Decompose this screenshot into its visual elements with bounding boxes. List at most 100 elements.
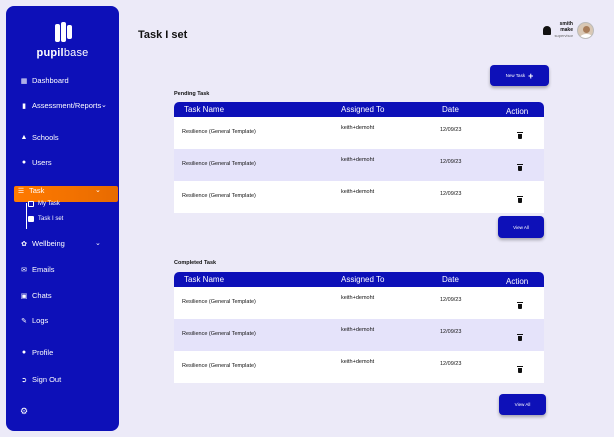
column-header-date: Date <box>442 275 459 284</box>
sidebar-item-dashboard[interactable]: ▦ Dashboard <box>20 76 69 85</box>
assigned-to: keith+demoht <box>341 157 375 163</box>
list-icon: ☰ <box>17 187 25 195</box>
task-name: Resilience (General Template) <box>182 161 256 167</box>
assigned-to: keith+demoht <box>341 295 375 301</box>
sidebar-subitem-label: Task I set <box>38 216 64 222</box>
table-row: Resilience (General Template) keith+demo… <box>174 117 544 149</box>
delete-trash-icon[interactable] <box>517 196 523 203</box>
delete-trash-icon[interactable] <box>517 132 523 139</box>
view-all-completed-button[interactable]: View All <box>499 394 546 415</box>
sidebar-subitem-my-task[interactable]: My Task <box>28 201 60 207</box>
table-row: Resilience (General Template) keith+demo… <box>174 319 544 351</box>
task-name: Resilience (General Template) <box>182 299 256 305</box>
task-name: Resilience (General Template) <box>182 331 256 337</box>
page-title: Task I set <box>138 29 188 41</box>
chevron-down-icon[interactable]: ⌄ <box>95 239 101 247</box>
chevron-down-icon[interactable]: ⌄ <box>95 186 101 194</box>
table-row: Resilience (General Template) keith+demo… <box>174 181 544 213</box>
logo-text: pupilbase <box>36 47 89 59</box>
avatar[interactable] <box>577 22 594 39</box>
sidebar-item-users[interactable]: ● Users <box>20 158 52 167</box>
logo[interactable]: pupilbase <box>6 22 119 59</box>
new-task-label: New Task <box>505 73 526 78</box>
sidebar-item-profile[interactable]: ● Profile <box>20 348 53 357</box>
sidebar-item-label: Sign Out <box>32 375 62 384</box>
user-role: supervisor <box>554 33 573 39</box>
task-icon <box>28 201 34 207</box>
task-name: Resilience (General Template) <box>182 193 256 199</box>
sidebar-subitem-label: My Task <box>38 201 60 207</box>
task-date: 12/09/23 <box>440 297 462 303</box>
task-date: 12/09/23 <box>440 361 462 367</box>
sidebar-item-chats[interactable]: ▣ Chats <box>20 291 52 300</box>
task-date: 12/09/23 <box>440 191 462 197</box>
profile-icon: ● <box>21 349 27 356</box>
new-task-button[interactable]: New Task + <box>490 65 549 86</box>
table-row: Resilience (General Template) keith+demo… <box>174 287 544 319</box>
delete-trash-icon[interactable] <box>517 366 523 373</box>
sidebar-item-logs[interactable]: ✎ Logs <box>20 316 48 325</box>
sign-out-icon: ➲ <box>21 376 27 384</box>
task-date: 12/09/23 <box>440 159 462 165</box>
view-all-label: View All <box>514 402 531 407</box>
column-header-task-name: Task Name <box>184 105 225 114</box>
assigned-to: keith+demoht <box>341 359 375 365</box>
table-header: Task Name Assigned To Date Action <box>174 272 544 287</box>
user-menu[interactable]: smith make supervisor <box>542 22 594 39</box>
bell-icon[interactable] <box>542 26 551 35</box>
sidebar-item-label: Chats <box>32 291 52 300</box>
sidebar-item-label: Logs <box>32 316 49 325</box>
column-header-date: Date <box>442 105 459 114</box>
table-row: Resilience (General Template) keith+demo… <box>174 351 544 383</box>
completed-task-label: Completed Task <box>174 260 217 266</box>
pending-task-label: Pending Task <box>174 91 210 97</box>
column-header-task-name: Task Name <box>184 275 225 284</box>
assigned-to: keith+demoht <box>341 125 375 131</box>
dashboard-grid-icon: ▦ <box>20 77 28 85</box>
sidebar-item-label: Dashboard <box>32 76 69 85</box>
view-all-label: View All <box>513 224 529 230</box>
task-name: Resilience (General Template) <box>182 363 256 369</box>
user-info: smith make supervisor <box>555 22 573 39</box>
plus-icon: + <box>528 70 534 81</box>
pending-task-table: Task Name Assigned To Date Action Resili… <box>174 102 544 213</box>
task-date: 12/09/23 <box>440 329 462 335</box>
sidebar-item-label: Task <box>29 186 45 195</box>
sidebar-item-emails[interactable]: ✉ Emails <box>20 265 54 274</box>
settings-gear-icon[interactable]: ⚙ <box>20 406 28 417</box>
sidebar-item-sign-out[interactable]: ➲ Sign Out <box>20 375 61 384</box>
delete-trash-icon[interactable] <box>517 334 523 341</box>
wellbeing-icon: ✿ <box>21 240 27 248</box>
table-row: Resilience (General Template) keith+demo… <box>174 149 544 181</box>
sidebar-item-label: Profile <box>32 348 54 357</box>
sidebar: pupilbase ▦ Dashboard ▮ Assessment/Repor… <box>6 6 119 431</box>
sidebar-item-label: Users <box>32 158 52 167</box>
logs-icon: ✎ <box>21 317 27 325</box>
assigned-to: keith+demoht <box>341 189 375 195</box>
column-header-assigned-to: Assigned To <box>341 105 385 114</box>
completed-task-table: Task Name Assigned To Date Action Resili… <box>174 272 544 383</box>
email-icon: ✉ <box>21 266 27 274</box>
chevron-down-icon[interactable]: ⌄ <box>101 101 107 109</box>
sidebar-item-wellbeing[interactable]: ✿ Wellbeing <box>20 239 65 248</box>
users-icon: ● <box>21 159 27 166</box>
delete-trash-icon[interactable] <box>517 302 523 309</box>
table-header: Task Name Assigned To Date Action <box>174 102 544 117</box>
school-icon: ▲ <box>20 134 28 141</box>
column-header-action: Action <box>506 107 529 116</box>
sidebar-item-schools[interactable]: ▲ Schools <box>20 133 59 142</box>
sidebar-item-assessment-reports[interactable]: ▮ Assessment/Reports <box>20 101 101 110</box>
column-header-assigned-to: Assigned To <box>341 275 385 284</box>
column-header-action: Action <box>506 277 529 286</box>
chat-icon: ▣ <box>20 292 28 300</box>
delete-trash-icon[interactable] <box>517 164 523 171</box>
sidebar-item-label: Schools <box>32 133 59 142</box>
view-all-pending-button[interactable]: View All <box>498 216 544 238</box>
submenu-line <box>26 203 27 229</box>
sidebar-subitem-task-i-set[interactable]: Task I set <box>28 216 63 222</box>
sidebar-item-task[interactable]: ☰ Task <box>17 186 45 195</box>
task-date: 12/09/23 <box>440 127 462 133</box>
task-icon <box>28 216 34 222</box>
pupilbase-logo-icon <box>53 22 73 44</box>
sidebar-item-label: Assessment/Reports <box>32 101 102 110</box>
